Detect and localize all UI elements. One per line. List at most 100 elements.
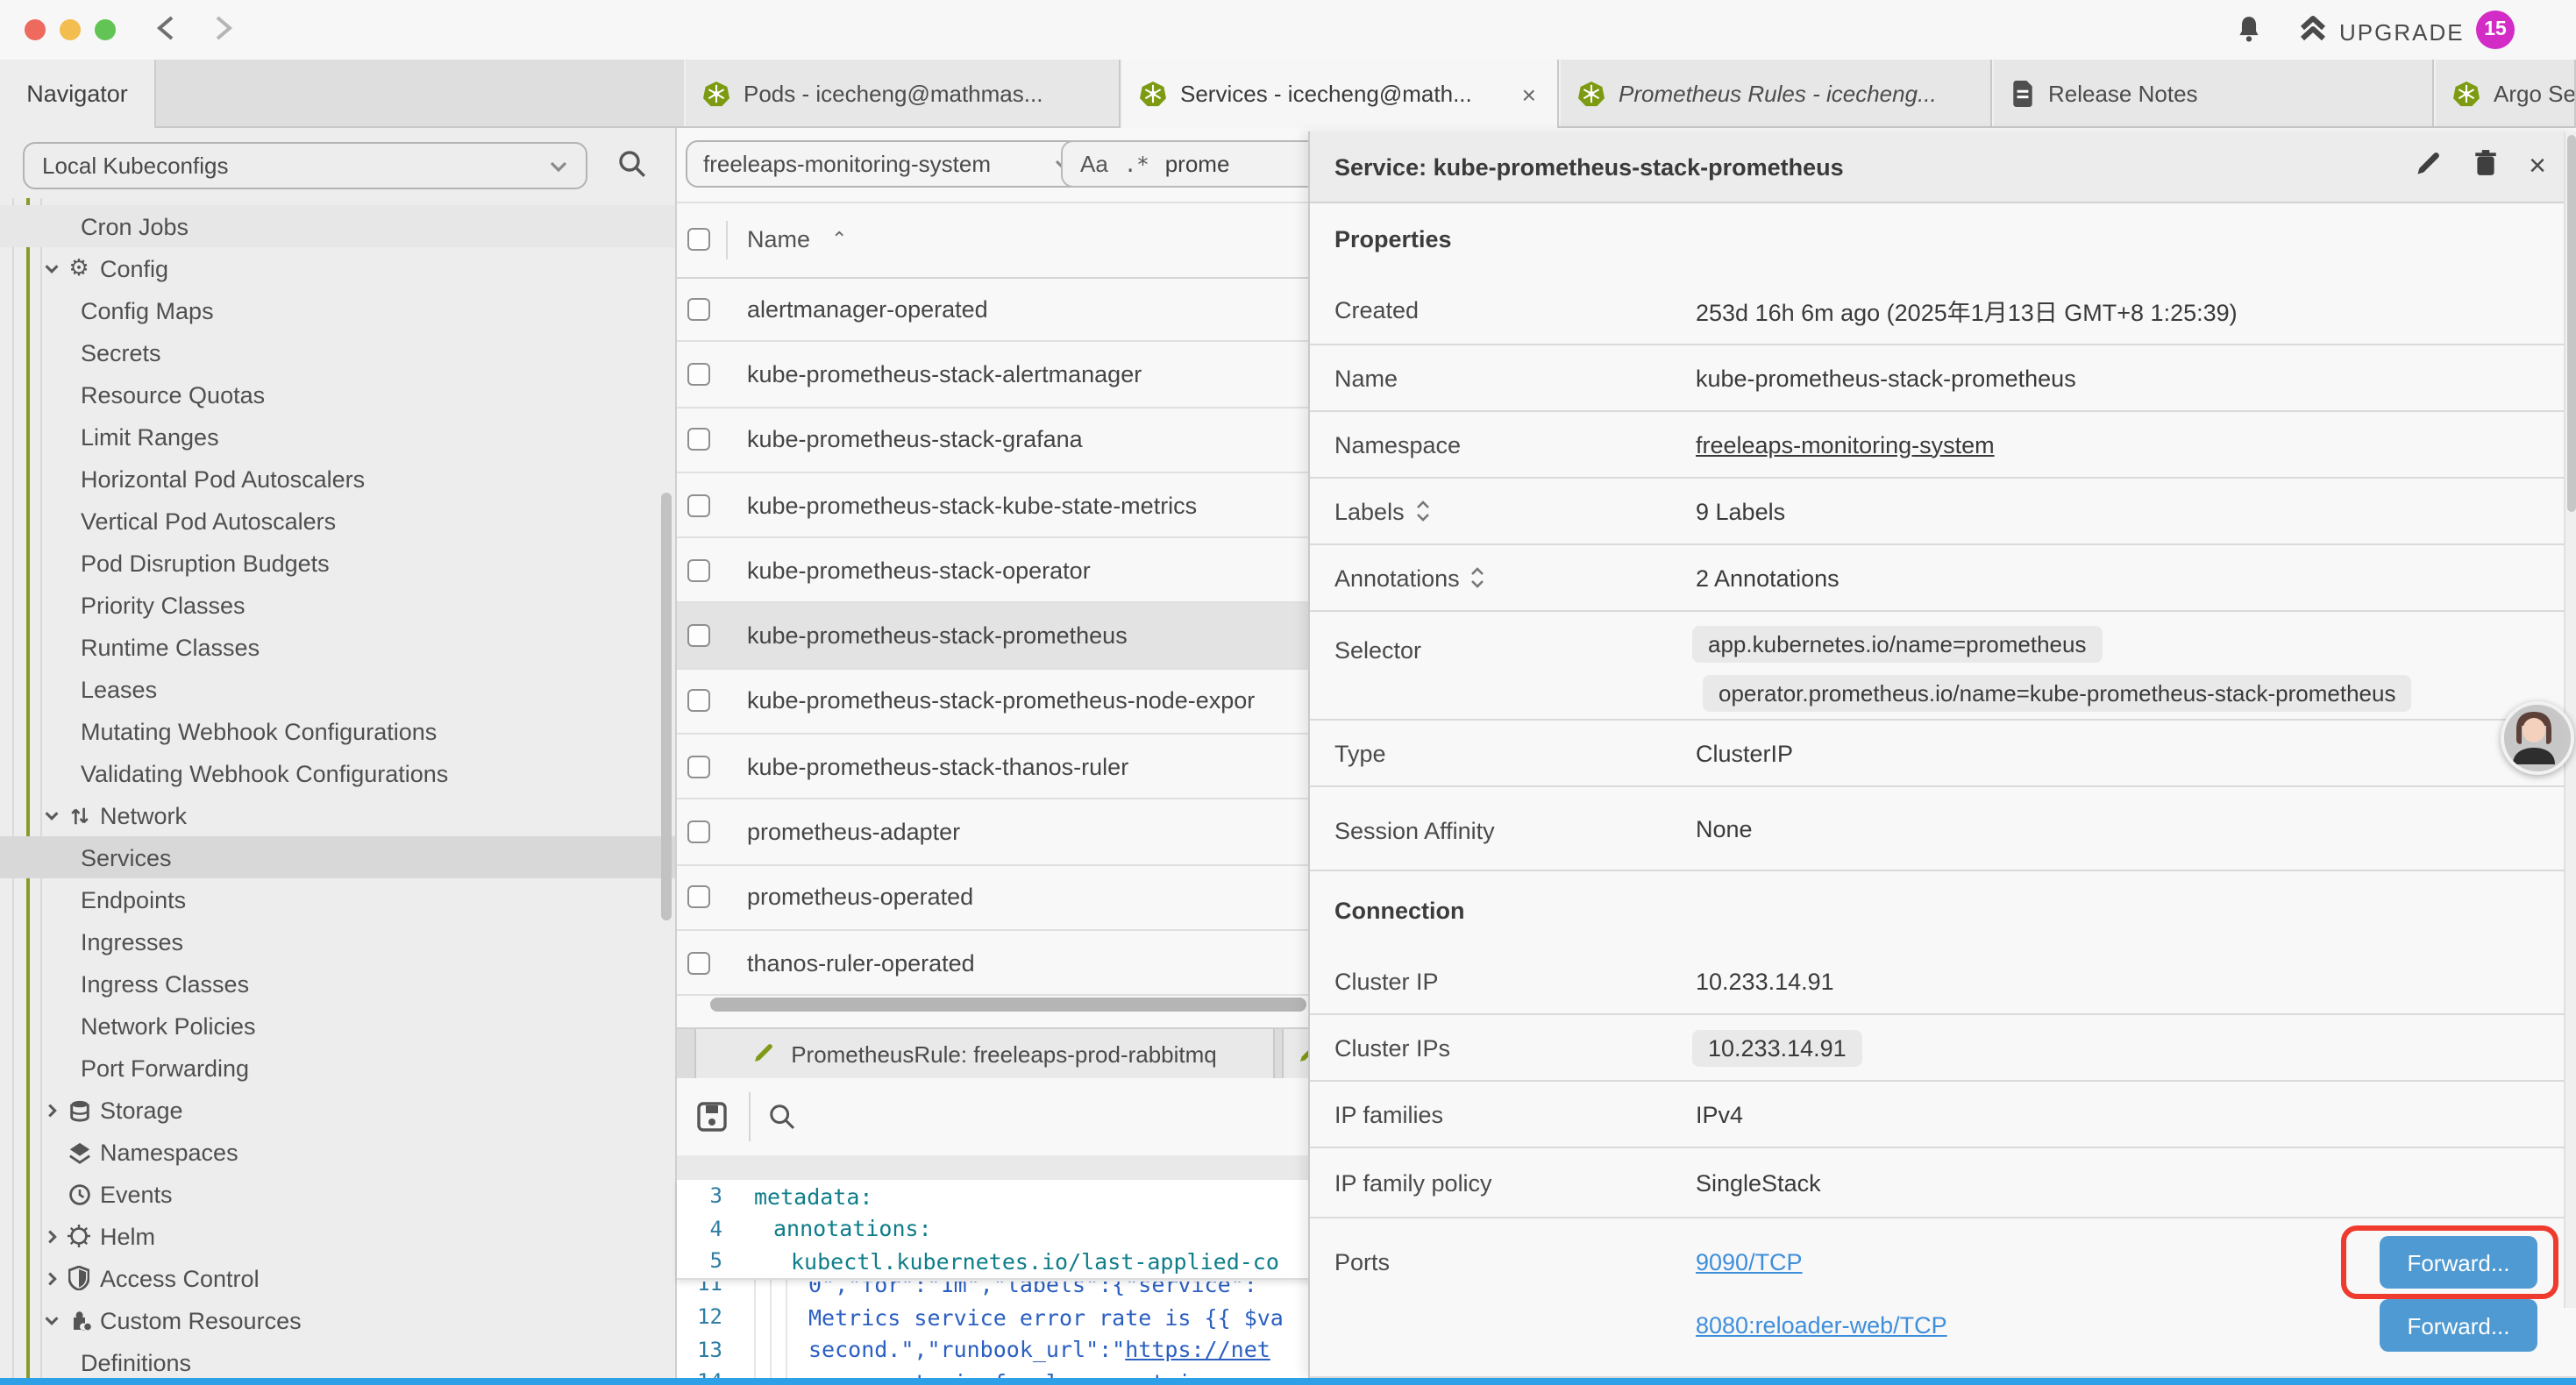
sidebar-item-horizontal-pod-autoscalers[interactable]: Horizontal Pod Autoscalers [0,458,675,500]
sidebar-item-network[interactable]: Network [0,794,675,836]
editor-search-icon[interactable] [768,1103,796,1131]
service-name: kube-prometheus-stack-grafana [747,426,1083,452]
upgrade-label: UPGRADE [2339,18,2465,45]
row-checkbox[interactable] [687,755,710,778]
document-icon [2011,80,2034,106]
row-checkbox[interactable] [687,690,710,713]
sort-toggle-icon[interactable] [1470,567,1486,588]
sidebar-item-ingresses[interactable]: Ingresses [0,920,675,962]
sidebar-item-custom-resources[interactable]: Custom Resources [0,1299,675,1341]
window-tab-label: Release Notes [2048,80,2198,106]
sidebar-item-resource-quotas[interactable]: Resource Quotas [0,373,675,416]
back-arrow-icon[interactable] [151,12,182,44]
sidebar-item-leases[interactable]: Leases [0,668,675,710]
sort-asc-icon[interactable]: ⌃ [831,228,847,251]
window-tab-1[interactable]: Services - icecheng@math... × [1121,60,1559,128]
avatar[interactable] [2501,701,2574,775]
maximize-window-button[interactable] [95,19,116,40]
window-tab-2[interactable]: Prometheus Rules - icecheng... [1559,60,1992,126]
editor-tab-prometheusrule[interactable]: PrometheusRule: freeleaps-prod-rabbitmq [694,1029,1275,1080]
sidebar-item-namespaces[interactable]: Namespaces [0,1131,675,1173]
sidebar-item-services[interactable]: Services [0,836,675,878]
column-header-name[interactable]: Name [747,226,810,252]
namespace-link[interactable]: freeleaps-monitoring-system [1696,431,1995,458]
sidebar-item-helm[interactable]: Helm [0,1215,675,1257]
chevron-down-icon[interactable] [40,804,63,827]
sidebar-item-storage[interactable]: Storage [0,1089,675,1131]
sidebar-item-priority-classes[interactable]: Priority Classes [0,584,675,626]
notification-badge[interactable]: 15 [2476,11,2515,49]
selector-chip[interactable]: operator.prometheus.io/name=kube-prometh… [1703,675,2412,712]
sidebar-item-config-maps[interactable]: Config Maps [0,289,675,331]
minimize-window-button[interactable] [60,19,81,40]
bell-icon[interactable] [2234,14,2264,54]
window-tab-0[interactable]: Pods - icecheng@mathmas... [684,60,1121,126]
port-link-9090-TCP[interactable]: 9090/TCP [1696,1249,1803,1275]
detail-row-namespace: Namespacefreeleaps-monitoring-system [1310,412,2576,479]
row-checkbox[interactable] [687,820,710,843]
sidebar-item-port-forwarding[interactable]: Port Forwarding [0,1047,675,1089]
delete-icon[interactable] [2473,148,2499,185]
close-window-button[interactable] [25,19,46,40]
sidebar-item-label: Storage [100,1097,183,1123]
port-link-8080-reloader-web-TCP[interactable]: 8080:reloader-web/TCP [1696,1312,1947,1339]
forward-button-1[interactable]: Forward... [2380,1299,2537,1352]
row-checkbox[interactable] [687,494,710,516]
sidebar-item-access-control[interactable]: Access Control [0,1257,675,1299]
shield-icon [67,1266,91,1290]
window-tab-label: Services - icecheng@math... [1180,81,1472,107]
row-checkbox[interactable] [687,886,710,909]
sidebar-item-pod-disruption-budgets[interactable]: Pod Disruption Budgets [0,542,675,584]
sidebar-item-events[interactable]: Events [0,1173,675,1215]
sidebar-item-cron-jobs[interactable]: Cron Jobs [0,205,675,247]
window-tab-3[interactable]: Release Notes [1992,60,2434,126]
sidebar-item-definitions[interactable]: Definitions [0,1341,675,1378]
sidebar-item-config[interactable]: ⚙Config [0,247,675,289]
chevron-right-icon[interactable] [40,1225,63,1247]
sidebar-item-network-policies[interactable]: Network Policies [0,1005,675,1047]
horizontal-scrollbar[interactable] [710,998,1306,1012]
tab-navigator[interactable]: Navigator [0,60,156,128]
upgrade-button[interactable]: UPGRADE [2299,14,2465,49]
row-checkbox[interactable] [687,559,710,582]
sidebar-item-ingress-classes[interactable]: Ingress Classes [0,962,675,1005]
sidebar-item-endpoints[interactable]: Endpoints [0,878,675,920]
row-checkbox[interactable] [687,363,710,386]
sidebar-item-label: Namespaces [100,1139,238,1165]
row-checkbox[interactable] [687,951,710,974]
close-icon[interactable]: × [2529,149,2546,184]
clock-icon [67,1182,91,1206]
forward-arrow-icon[interactable] [207,12,238,44]
match-case-toggle[interactable]: Aa [1080,151,1108,177]
row-checkbox[interactable] [687,624,710,647]
save-icon[interactable] [696,1101,728,1133]
row-checkbox[interactable] [687,428,710,451]
kubeconfig-selector[interactable]: Local Kubeconfigs [23,142,587,189]
resource-search-input[interactable]: Aa .* prome [1061,140,1324,188]
sidebar-item-mutating-webhook-configurations[interactable]: Mutating Webhook Configurations [0,710,675,752]
sidebar-item-vertical-pod-autoscalers[interactable]: Vertical Pod Autoscalers [0,500,675,542]
select-all-checkbox[interactable] [687,228,710,251]
selector-chip[interactable]: app.kubernetes.io/name=prometheus [1692,626,2102,663]
chevron-right-icon[interactable] [40,1098,63,1121]
detail-value[interactable]: 10.233.14.91 [1692,1029,1862,1066]
sidebar-item-secrets[interactable]: Secrets [0,331,675,373]
namespace-filter-select[interactable]: freeleaps-monitoring-system [686,140,1091,188]
chevron-right-icon[interactable] [40,1267,63,1289]
sidebar-item-limit-ranges[interactable]: Limit Ranges [0,416,675,458]
chevron-down-icon[interactable] [40,1309,63,1332]
regex-toggle[interactable]: .* [1124,152,1149,176]
service-name: kube-prometheus-stack-operator [747,558,1091,584]
row-checkbox[interactable] [687,297,710,320]
window-tab-strip: Navigator Pods - icecheng@mathmas...Serv… [0,60,2576,128]
sidebar-item-validating-webhook-configurations[interactable]: Validating Webhook Configurations [0,752,675,794]
sidebar-item-runtime-classes[interactable]: Runtime Classes [0,626,675,668]
chevron-down-icon[interactable] [40,257,63,280]
window-tab-4[interactable]: Argo Se [2434,60,2576,126]
edit-icon[interactable] [2415,148,2443,185]
sidebar-scrollbar[interactable] [661,493,672,920]
close-tab-icon[interactable]: × [1519,80,1540,108]
service-name: alertmanager-operated [747,295,988,322]
search-icon[interactable] [617,149,647,188]
sort-toggle-icon[interactable] [1415,501,1431,522]
